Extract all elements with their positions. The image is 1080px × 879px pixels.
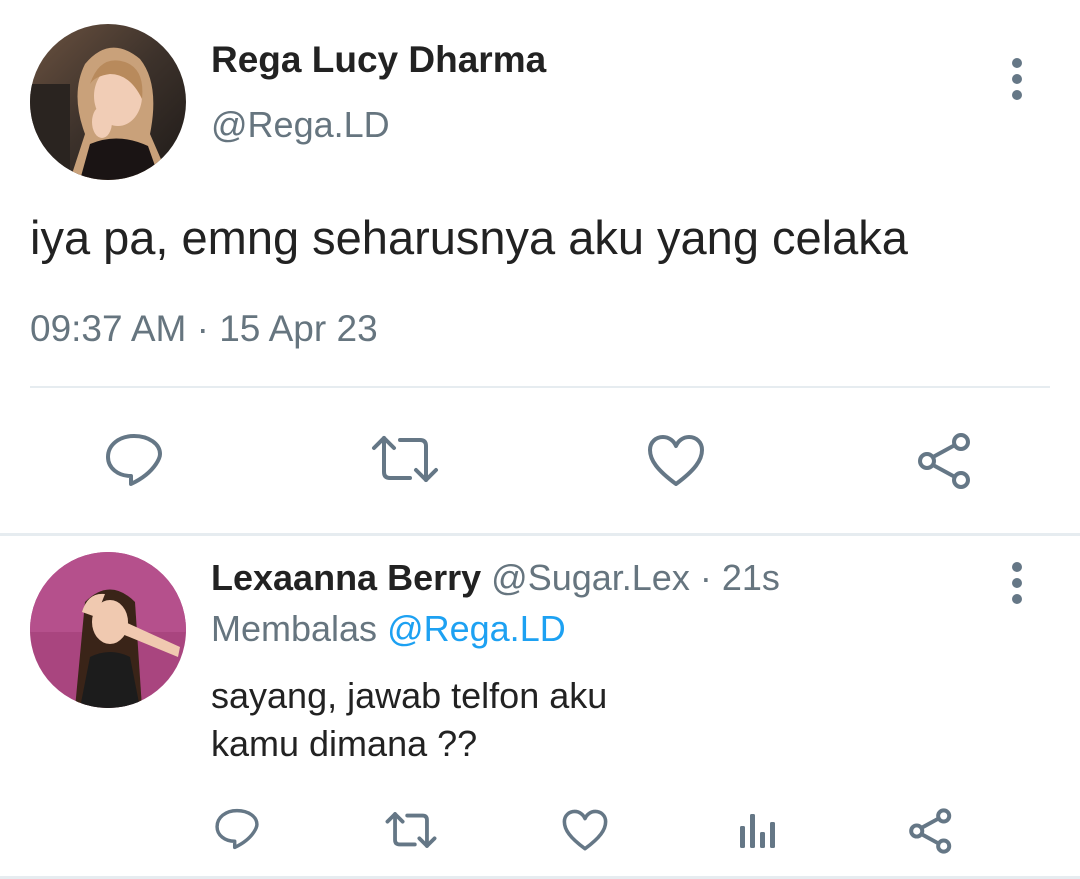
share-icon[interactable]: [916, 432, 974, 490]
reply-icon[interactable]: [214, 807, 260, 851]
analytics-icon[interactable]: [739, 810, 777, 850]
tweet-timestamp: 09:37 AM · 15 Apr 23: [30, 307, 378, 351]
replying-to-handle[interactable]: @Rega.LD: [387, 608, 566, 649]
author-handle[interactable]: @Rega.LD: [211, 104, 390, 146]
tweet-date: 15 Apr 23: [219, 308, 378, 349]
reply-text-line-1: sayang, jawab telfon aku: [211, 675, 608, 716]
reply-tweet[interactable]: Lexaanna Berry @Sugar.Lex · 21s Membalas…: [0, 536, 1080, 879]
more-options-icon[interactable]: [1010, 58, 1024, 106]
tweet-age: · 21s: [699, 557, 780, 598]
retweet-icon[interactable]: [370, 434, 440, 484]
reply-header: Lexaanna Berry @Sugar.Lex · 21s: [211, 556, 780, 600]
tweet-text: iya pa, emng seharusnya aku yang celaka: [30, 211, 908, 264]
like-icon[interactable]: [647, 434, 705, 488]
separator: ·: [196, 308, 209, 349]
tweet-time: 09:37 AM: [30, 308, 187, 349]
author-name[interactable]: Rega Lucy Dharma: [211, 38, 546, 82]
avatar[interactable]: [30, 552, 186, 708]
reply-icon[interactable]: [104, 432, 164, 488]
divider: [30, 386, 1050, 388]
retweet-icon[interactable]: [384, 811, 438, 849]
like-icon[interactable]: [562, 809, 608, 852]
main-tweet: Rega Lucy Dharma @Rega.LD iya pa, emng s…: [0, 0, 1080, 535]
replying-to: Membalas @Rega.LD: [211, 607, 566, 651]
replying-prefix: Membalas: [211, 608, 378, 649]
avatar[interactable]: [30, 24, 186, 180]
more-options-icon[interactable]: [1010, 562, 1024, 610]
author-handle[interactable]: @Sugar.Lex: [491, 557, 690, 598]
reply-text-line-2: kamu dimana ??: [211, 723, 478, 764]
author-name[interactable]: Lexaanna Berry: [211, 557, 481, 598]
share-icon[interactable]: [908, 808, 954, 854]
